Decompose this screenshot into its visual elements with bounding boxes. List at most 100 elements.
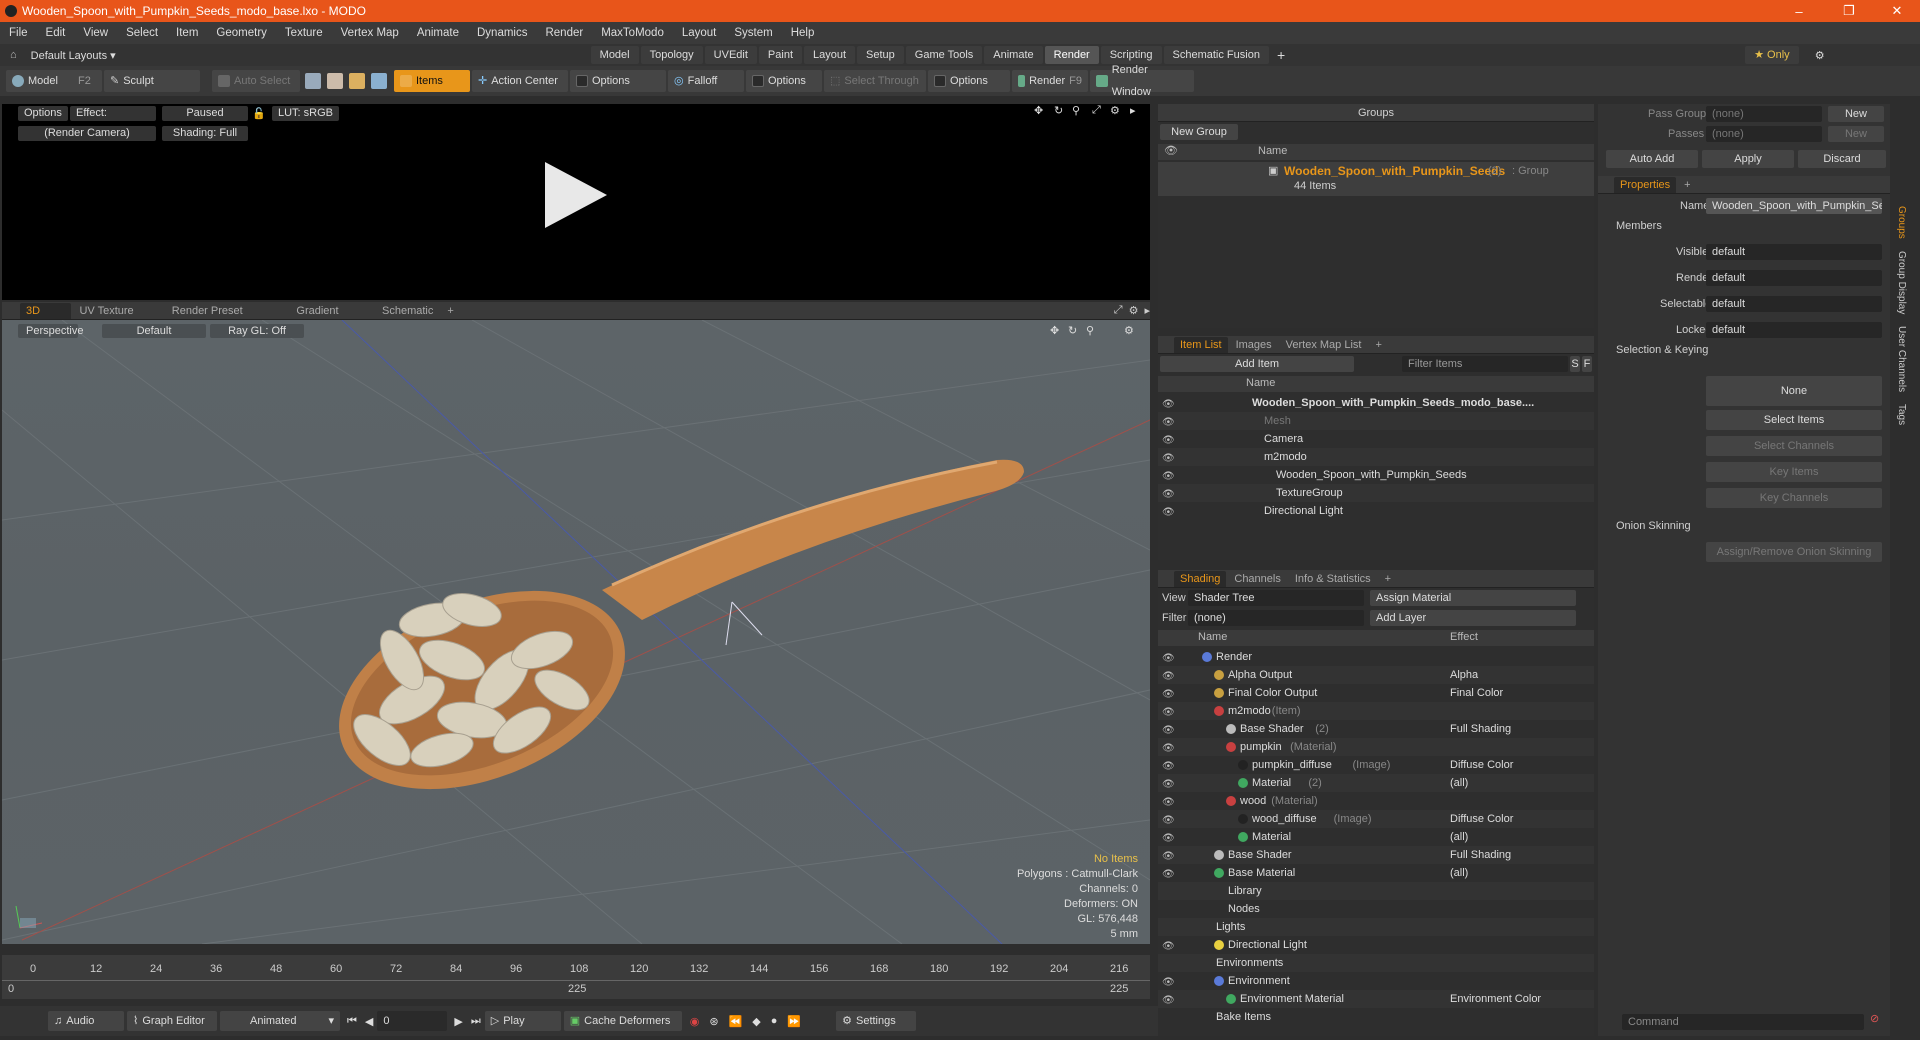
- menu-system[interactable]: System: [725, 27, 781, 39]
- key-items-button[interactable]: Key Items: [1706, 462, 1882, 482]
- shader-row[interactable]: 👁 m2modo (Item): [1158, 702, 1594, 720]
- visibility-eye-icon[interactable]: 👁: [1162, 504, 1175, 518]
- auto-add-button[interactable]: Auto Add: [1606, 150, 1698, 168]
- item-row[interactable]: 👁 m2modo: [1158, 448, 1594, 466]
- materials-mode-icon[interactable]: [371, 73, 387, 89]
- tab-topology[interactable]: Topology: [640, 46, 703, 64]
- visibility-eye-icon[interactable]: 👁: [1162, 812, 1175, 826]
- add-layout-tab-button[interactable]: +: [1277, 47, 1285, 63]
- visibility-eye-icon[interactable]: 👁: [1162, 650, 1175, 664]
- shader-row[interactable]: 👁 Base Shader (2) Full Shading: [1158, 720, 1594, 738]
- shader-row[interactable]: 👁 wood (Material): [1158, 792, 1594, 810]
- visible-dropdown[interactable]: default: [1706, 244, 1882, 260]
- preview-expand-icon[interactable]: ⤢: [1092, 104, 1101, 117]
- shader-row[interactable]: Lights: [1158, 918, 1594, 936]
- item-row[interactable]: 👁 Wooden_Spoon_with_Pumpkin_Seeds: [1158, 466, 1594, 484]
- sculpt-button[interactable]: ✎ Sculpt: [104, 70, 200, 92]
- shader-row[interactable]: Library: [1158, 882, 1594, 900]
- assign-onion-button[interactable]: Assign/Remove Onion Skinning: [1706, 542, 1882, 562]
- polygons-mode-icon[interactable]: [349, 73, 365, 89]
- key-channels-button[interactable]: Key Channels: [1706, 488, 1882, 508]
- shader-effect-dropdown[interactable]: (all): [1450, 774, 1468, 792]
- visibility-eye-icon[interactable]: 👁: [1162, 704, 1175, 718]
- viewport-settings-icon[interactable]: ⚙: [1124, 324, 1134, 337]
- item-row[interactable]: 👁 Camera: [1158, 430, 1594, 448]
- preview-options-button[interactable]: Options: [18, 106, 68, 121]
- model-button[interactable]: Model F2: [6, 70, 102, 92]
- new-group-button[interactable]: New Group: [1160, 124, 1238, 140]
- tab-item-list[interactable]: Item List: [1174, 336, 1228, 353]
- shader-row[interactable]: Environments: [1158, 954, 1594, 972]
- visibility-eye-icon[interactable]: 👁: [1162, 668, 1175, 682]
- paused-button[interactable]: Paused: [162, 106, 248, 121]
- item-row[interactable]: 👁 Mesh: [1158, 412, 1594, 430]
- next-frame-icon[interactable]: ▶: [454, 1015, 462, 1028]
- passes-dropdown[interactable]: (none): [1706, 126, 1822, 142]
- visibility-eye-icon[interactable]: 👁: [1162, 776, 1175, 790]
- shader-row[interactable]: 👁 pumpkin_diffuse (Image) Diffuse Color: [1158, 756, 1594, 774]
- visibility-eye-icon[interactable]: 👁: [1162, 866, 1175, 880]
- shader-row[interactable]: Bake Items: [1158, 1008, 1594, 1026]
- pass-groups-dropdown[interactable]: (none): [1706, 106, 1822, 122]
- select-options-button[interactable]: Options: [928, 70, 1010, 92]
- tab-uv-texture-view[interactable]: UV Texture View: [73, 303, 163, 333]
- timeline[interactable]: 0 12 24 36 48 60 72 84 96 108 120 132 144 156 168 180 19…: [2, 955, 1150, 999]
- menu-geometry[interactable]: Geometry: [207, 27, 276, 39]
- lut-dropdown[interactable]: LUT: sRGB: [272, 106, 340, 121]
- tab-setup[interactable]: Setup: [857, 46, 904, 64]
- menu-animate[interactable]: Animate: [408, 27, 468, 39]
- audio-button[interactable]: ♫ Audio: [48, 1011, 124, 1031]
- discard-button[interactable]: Discard: [1798, 150, 1886, 168]
- tab-paint[interactable]: Paint: [758, 46, 802, 64]
- render-window-button[interactable]: Render Window: [1090, 64, 1194, 98]
- settings-button[interactable]: ⚙ Settings: [836, 1011, 917, 1031]
- visibility-eye-icon[interactable]: 👁: [1162, 686, 1175, 700]
- prev-key-icon[interactable]: ⏪: [729, 1015, 743, 1028]
- frame-input[interactable]: 0: [377, 1011, 448, 1031]
- vertices-mode-icon[interactable]: [305, 73, 321, 89]
- play-icon[interactable]: [545, 162, 607, 228]
- auto-select-button[interactable]: Auto Select: [212, 70, 300, 92]
- apply-button[interactable]: Apply: [1702, 150, 1794, 168]
- shader-effect-dropdown[interactable]: (all): [1450, 828, 1468, 846]
- selectable-dropdown[interactable]: default: [1706, 296, 1882, 312]
- tab-gradient-editor[interactable]: Gradient Editor: [290, 303, 374, 333]
- menu-item[interactable]: Item: [167, 27, 207, 39]
- perspective-dropdown[interactable]: Perspective: [18, 324, 83, 338]
- select-channels-button[interactable]: Select Channels: [1706, 436, 1882, 456]
- viewport-gear-icon[interactable]: ⚙: [1129, 304, 1139, 317]
- shading-dropdown[interactable]: Shading: Full: [162, 126, 248, 141]
- visibility-eye-icon[interactable]: 👁: [1162, 974, 1175, 988]
- shader-row[interactable]: 👁 Directional Light: [1158, 936, 1594, 954]
- shader-row[interactable]: 👁 pumpkin (Material): [1158, 738, 1594, 756]
- visibility-eye-icon[interactable]: 👁: [1162, 432, 1175, 446]
- shader-row[interactable]: 👁 Render: [1158, 648, 1594, 666]
- visibility-eye-icon[interactable]: 👁: [1162, 848, 1175, 862]
- autokey-icon[interactable]: ⊛: [709, 1015, 718, 1028]
- new-pass-button[interactable]: New: [1828, 126, 1884, 142]
- locked-dropdown[interactable]: default: [1706, 322, 1882, 338]
- shader-row[interactable]: 👁 Final Color Output Final Color: [1158, 684, 1594, 702]
- go-end-icon[interactable]: ⏭: [471, 1015, 481, 1028]
- visibility-eye-icon[interactable]: 👁: [1162, 938, 1175, 952]
- none-button[interactable]: None: [1706, 376, 1882, 406]
- add-tab-icon[interactable]: +: [1369, 337, 1387, 353]
- tab-channels[interactable]: Channels: [1228, 571, 1286, 587]
- shader-row[interactable]: 👁 Alpha Output Alpha: [1158, 666, 1594, 684]
- visibility-eye-icon[interactable]: 👁: [1162, 992, 1175, 1006]
- visibility-eye-icon[interactable]: 👁: [1162, 758, 1175, 772]
- record-key-icon[interactable]: ◉: [690, 1015, 700, 1028]
- tab-layout[interactable]: Layout: [804, 46, 856, 64]
- add-viewport-tab-icon[interactable]: +: [441, 303, 459, 319]
- shader-effect-dropdown[interactable]: Full Shading: [1450, 720, 1511, 738]
- render-camera-dropdown[interactable]: (Render Camera): [18, 126, 156, 141]
- viewport-zoom-icon[interactable]: ⚲: [1086, 324, 1094, 337]
- menu-select[interactable]: Select: [117, 27, 167, 39]
- shader-row[interactable]: 👁 Base Shader Full Shading: [1158, 846, 1594, 864]
- filter-items-input[interactable]: Filter Items: [1402, 356, 1568, 372]
- visibility-eye-icon[interactable]: 👁: [1162, 740, 1175, 754]
- tab-images[interactable]: Images: [1230, 337, 1278, 353]
- selection-keying-section[interactable]: Selection & Keying: [1616, 344, 1708, 356]
- group-row[interactable]: ▣ Wooden_Spoon_with_Pumpkin_Seeds (2) : …: [1158, 162, 1594, 196]
- item-row[interactable]: 👁 Directional Light: [1158, 502, 1594, 520]
